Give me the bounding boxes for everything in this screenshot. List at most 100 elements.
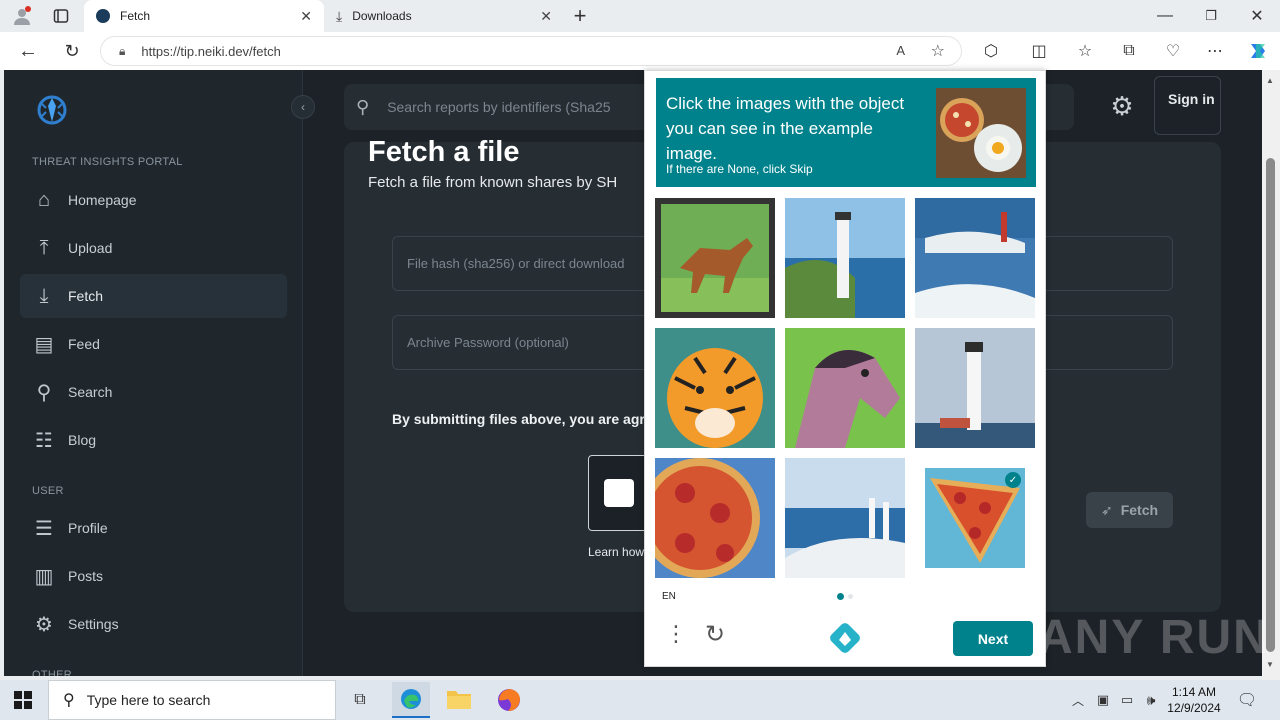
anyrun-watermark: ANY RUN (1038, 611, 1270, 664)
notifications-icon[interactable]: 🗨︎ (1236, 689, 1258, 711)
tab-downloads[interactable]: ⤓ Downloads ✕ (326, 0, 562, 32)
more-menu-icon[interactable]: ⋯ (1204, 40, 1226, 62)
file-explorer-icon[interactable] (446, 688, 472, 710)
captcha-tile-lighthouses-coast[interactable] (785, 458, 905, 578)
captcha-tile-horse-head[interactable] (785, 328, 905, 448)
app-shell: ‹ THREAT INSIGHTS PORTAL ⌂ Homepage ⤒ Up… (4, 70, 1262, 676)
taskbar-search-box[interactable]: ⚲ Type here to search (48, 680, 336, 720)
sidebar-item-fetch[interactable]: ⤓ Fetch (20, 274, 287, 318)
fetch-button-label: Fetch (1120, 502, 1159, 518)
neiki-favicon-icon (96, 9, 110, 23)
captcha-dialog: Click the images with the object you can… (644, 70, 1046, 667)
sidebar-item-feed[interactable]: ▤ Feed (20, 322, 287, 366)
captcha-tile-lighthouse-tall[interactable] (915, 328, 1035, 448)
learn-how-link[interactable]: Learn how (588, 545, 644, 559)
sidebar-item-search[interactable]: ⚲ Search (20, 370, 287, 414)
tab-fetch-label: Fetch (120, 9, 151, 23)
captcha-menu-icon[interactable]: ⋮ (665, 623, 687, 645)
sign-in-label: Sign in (1168, 91, 1215, 107)
scroll-up-arrow-icon[interactable]: ▲ (1266, 76, 1274, 85)
network-icon[interactable]: ▭ (1118, 690, 1136, 710)
sidebar-section-title: OTHER (32, 669, 72, 676)
captcha-hint: If there are None, click Skip (666, 162, 813, 176)
clock-time: 1:14 AM (1171, 685, 1217, 699)
split-screen-icon[interactable]: ◫ (1028, 40, 1050, 62)
tab-close-icon[interactable]: ✕ (300, 8, 312, 25)
refresh-icon[interactable]: ↻ (705, 623, 725, 647)
new-tab-icon[interactable]: + (568, 3, 592, 28)
captcha-tile-tiger[interactable] (655, 328, 775, 448)
tab-downloads-label: Downloads (352, 9, 412, 23)
sidebar-item-profile[interactable]: ☰ Profile (20, 506, 287, 550)
favorites-icon[interactable]: ☆ (1074, 40, 1096, 62)
terms-text: By submitting files above, you are agre (392, 411, 653, 427)
windows-start-icon[interactable] (14, 691, 32, 709)
sidebar-item-label: Blog (68, 432, 97, 448)
browser-tab-bar: Fetch ✕ ⤓ Downloads ✕ + — ❐ ✕ (0, 0, 1280, 32)
reload-icon[interactable]: ↻ (60, 40, 84, 62)
edge-taskbar-icon[interactable] (392, 682, 430, 718)
search-icon: ⚲ (63, 692, 75, 709)
restore-icon[interactable]: ❐ (1200, 6, 1222, 26)
address-bar[interactable]: 🔒︎ https://tip.neiki.dev/fetch A ☆ (100, 36, 962, 66)
task-view-icon[interactable]: ⧉ (348, 689, 372, 711)
browser-essentials-icon[interactable]: ♡ (1162, 40, 1184, 62)
search-icon: ⚲ (356, 96, 370, 117)
neiki-logo-icon[interactable] (32, 90, 72, 130)
sidebar-item-label: Upload (68, 240, 113, 256)
sidebar-item-label: Settings (68, 616, 119, 632)
tray-device-icon[interactable]: ▣ (1094, 690, 1112, 710)
clock[interactable]: 1:14 AM 12/9/2024 (1166, 684, 1222, 716)
sidebar-item-label: Homepage (68, 192, 137, 208)
sign-in-button[interactable]: Sign in (1154, 76, 1221, 135)
next-button-label: Next (977, 630, 1009, 647)
tray-overflow-icon[interactable]: ︿ (1070, 690, 1086, 710)
url-text: https://tip.neiki.dev/fetch (141, 43, 281, 59)
sidebar-item-label: Profile (68, 520, 108, 536)
captcha-tile-lighthouse-snow[interactable] (915, 198, 1035, 318)
sidebar-item-label: Fetch (68, 288, 104, 304)
captcha-tile-pizza[interactable] (655, 458, 775, 578)
captcha-next-button[interactable]: Next (953, 621, 1033, 656)
close-window-icon[interactable]: ✕ (1246, 6, 1268, 26)
sidebar-item-homepage[interactable]: ⌂ Homepage (20, 178, 287, 222)
copilot-icon[interactable] (1246, 39, 1270, 63)
example-image (936, 88, 1026, 178)
collapse-sidebar-button[interactable]: ‹ (291, 95, 315, 119)
download-icon: ⤓ (336, 7, 343, 24)
sidebar-item-settings[interactable]: ⚙ Settings (20, 602, 287, 646)
tab-actions-icon[interactable] (50, 6, 72, 26)
search-icon: ⚲ (36, 381, 52, 404)
sidebar-item-label: Feed (68, 336, 100, 352)
captcha-tile-lighthouse-cliff[interactable] (785, 198, 905, 318)
tab-close-icon[interactable]: ✕ (540, 8, 552, 25)
collections-icon[interactable]: ⧉ (1118, 40, 1140, 62)
extensions-icon[interactable]: ⬡ (980, 40, 1002, 62)
scroll-thumb[interactable] (1266, 158, 1275, 652)
sidebar-item-blog[interactable]: ☷ Blog (20, 418, 287, 462)
sidebar-item-upload[interactable]: ⤒ Upload (20, 226, 287, 270)
captcha-tile-pizza-slice-selected[interactable]: ✓ (925, 468, 1025, 568)
firefox-icon[interactable] (496, 687, 522, 713)
hcaptcha-logo-icon[interactable] (829, 622, 861, 654)
language-selector[interactable]: EN (662, 591, 676, 602)
rocket-icon: ➶ (1100, 501, 1113, 518)
back-icon[interactable]: ← (16, 40, 40, 62)
page-scrollbar[interactable]: ▲ ▼ (1262, 70, 1280, 680)
profile-icon: ☰ (35, 517, 53, 540)
taskbar-search-placeholder: Type here to search (86, 692, 211, 708)
sidebar-item-posts[interactable]: ▥ Posts (20, 554, 287, 598)
volume-icon[interactable]: 🕪︎ (1142, 690, 1160, 710)
tab-fetch[interactable]: Fetch ✕ (84, 0, 324, 32)
web-page: ‹ THREAT INSIGHTS PORTAL ⌂ Homepage ⤒ Up… (0, 70, 1262, 680)
minimize-icon[interactable]: — (1154, 6, 1176, 26)
favorite-star-icon[interactable]: ☆ (931, 41, 945, 61)
search-input[interactable]: Search reports by identifiers (Sha25 (387, 99, 610, 115)
profile-avatar-icon[interactable] (10, 5, 34, 27)
gear-icon[interactable]: ⚙ (1108, 91, 1136, 121)
clock-date: 12/9/2024 (1167, 701, 1221, 715)
read-aloud-icon[interactable]: A (896, 43, 905, 58)
blog-icon: ☷ (35, 429, 53, 452)
fetch-button[interactable]: ➶ Fetch (1086, 492, 1173, 528)
captcha-tile-horse-painting[interactable] (655, 198, 775, 318)
